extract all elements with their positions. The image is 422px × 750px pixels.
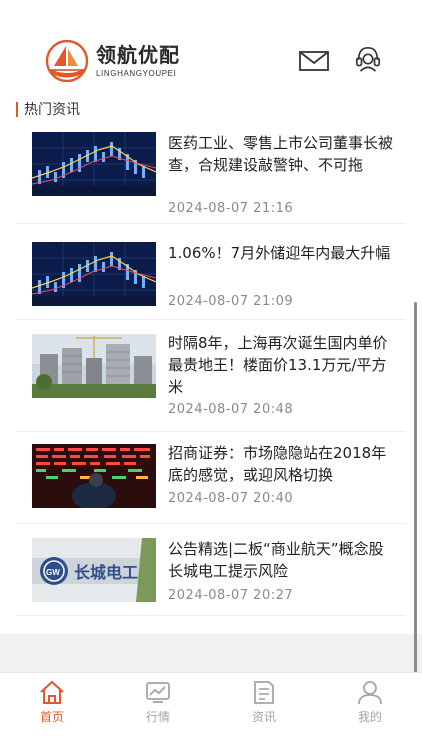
market-chart-icon xyxy=(146,682,170,703)
news-item[interactable]: 招商证券：市场隐隐站在2018年底的感觉，或迎风格切换 2024-08-07 2… xyxy=(16,432,406,524)
list-footer-spacer xyxy=(0,634,422,672)
company-sign-image: GW 长城电工 xyxy=(32,538,156,602)
tab-label: 我的 xyxy=(357,710,382,724)
news-item[interactable]: GW 长城电工 公告精选|二板“商业航天”概念股长城电工提示风险 2024-08… xyxy=(16,524,406,616)
customer-service-icon[interactable] xyxy=(352,45,384,73)
trading-board-image xyxy=(32,444,156,508)
news-item[interactable]: 时隔8年，上海再次诞生国内单价最贵地王！楼面价13.1万元/平方米 2024-0… xyxy=(16,320,406,432)
home-icon xyxy=(40,680,64,704)
logo-wordmark: 领航优配 LINGHANGYOUPEI xyxy=(96,44,180,78)
news-item[interactable]: 1.06%！7月外储迎年内最大升幅 2024-08-07 21:09 xyxy=(16,224,406,320)
stock-chart-image xyxy=(32,132,156,196)
news-document-icon xyxy=(254,681,274,704)
news-title: 医药工业、零售上市公司董事长被查，合规建设敲警钟、不可拖 xyxy=(168,134,394,174)
app-header: 领航优配 LINGHANGYOUPEI xyxy=(0,0,422,92)
bottom-tab-bar: 首页 行情 资讯 我的 xyxy=(0,672,422,750)
app-logo: 领航优配 LINGHANGYOUPEI xyxy=(44,40,180,82)
svg-text:GW: GW xyxy=(46,568,60,577)
tab-label: 资讯 xyxy=(251,710,276,724)
tab-label: 首页 xyxy=(39,710,64,724)
news-title: 时隔8年，上海再次诞生国内单价最贵地王！楼面价13.1万元/平方米 xyxy=(168,334,388,396)
news-title: 1.06%！7月外储迎年内最大升幅 xyxy=(168,244,391,262)
construction-site-image xyxy=(32,334,156,398)
tab-home[interactable]: 首页 xyxy=(22,679,82,725)
news-time: 2024-08-07 20:48 xyxy=(168,402,294,417)
tab-profile[interactable]: 我的 xyxy=(340,679,400,725)
scrollbar-thumb[interactable] xyxy=(414,302,417,718)
news-title: 公告精选|二板“商业航天”概念股长城电工提示风险 xyxy=(168,540,384,580)
logo-name: 领航优配 xyxy=(96,43,180,67)
hot-news-heading: 热门资讯 xyxy=(16,100,80,118)
news-time: 2024-08-07 20:40 xyxy=(168,491,294,506)
user-icon xyxy=(358,681,382,705)
section-title: 热门资讯 xyxy=(24,102,80,118)
tab-market[interactable]: 行情 xyxy=(128,679,188,725)
news-list: 医药工业、零售上市公司董事长被查，合规建设敲警钟、不可拖 2024-08-07 … xyxy=(16,120,406,616)
news-title: 招商证券：市场隐隐站在2018年底的感觉，或迎风格切换 xyxy=(168,444,387,484)
news-time: 2024-08-07 21:09 xyxy=(168,294,294,309)
section-accent-bar xyxy=(16,101,18,117)
news-time: 2024-08-07 21:16 xyxy=(168,201,294,216)
mail-icon[interactable] xyxy=(298,47,330,75)
svg-text:长城电工: 长城电工 xyxy=(74,563,138,582)
stock-chart-image xyxy=(32,242,156,306)
tab-news[interactable]: 资讯 xyxy=(234,679,294,725)
logo-subtitle: LINGHANGYOUPEI xyxy=(96,69,177,78)
news-time: 2024-08-07 20:27 xyxy=(168,588,294,603)
news-item[interactable]: 医药工业、零售上市公司董事长被查，合规建设敲警钟、不可拖 2024-08-07 … xyxy=(16,120,406,224)
tab-label: 行情 xyxy=(145,710,170,724)
sailboat-logo-icon xyxy=(45,40,89,82)
